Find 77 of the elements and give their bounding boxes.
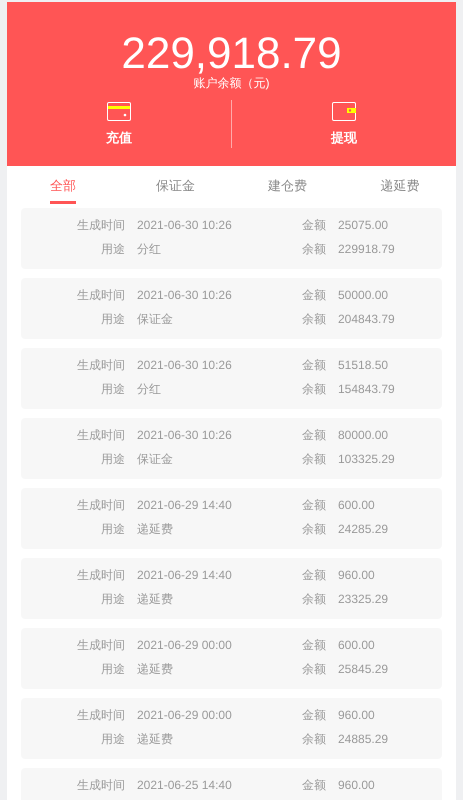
field-label: 生成时间 — [76, 217, 125, 234]
field-value: 分红 — [137, 381, 162, 398]
field-label: 生成时间 — [76, 357, 125, 374]
deposit-link[interactable]: 充值 — [106, 128, 132, 146]
field-value: 递延费 — [137, 521, 174, 538]
field-value: 154843.79 — [338, 381, 396, 398]
field-label: 生成时间 — [76, 287, 125, 304]
field-value: 2021-06-30 10:26 — [137, 427, 233, 444]
field-value: 229918.79 — [338, 241, 396, 258]
tab[interactable]: 保证金 — [145, 166, 206, 204]
field-value: 保证金 — [137, 311, 174, 328]
field-label: 金额 — [302, 707, 326, 724]
field-value: 2021-06-25 14:40 — [137, 777, 233, 794]
field-label: 余额 — [302, 731, 326, 748]
field-label: 余额 — [302, 451, 326, 468]
field-value: 2021-06-30 10:26 — [137, 357, 233, 374]
field-label: 用途 — [100, 451, 125, 468]
field-value: 保证金 — [137, 451, 174, 468]
field-label: 余额 — [302, 381, 326, 398]
field-value: 2021-06-30 10:26 — [137, 287, 233, 304]
field-value: 24885.29 — [338, 731, 390, 748]
field-label: 金额 — [302, 287, 326, 304]
field-label: 用途 — [100, 521, 125, 538]
field-label: 金额 — [302, 777, 326, 794]
field-label: 生成时间 — [76, 427, 125, 444]
balance-amount: 229,918.79 — [121, 30, 342, 78]
field-label: 余额 — [302, 661, 326, 678]
field-value: 25845.29 — [338, 661, 390, 678]
field-label: 余额 — [302, 241, 326, 258]
field-value: 103325.29 — [338, 451, 396, 468]
field-label: 生成时间 — [76, 637, 125, 654]
field-label: 用途 — [100, 661, 125, 678]
field-value: 2021-06-29 00:00 — [137, 637, 233, 654]
field-value: 960.00 — [338, 567, 376, 584]
field-label: 用途 — [100, 381, 125, 398]
field-value: 分红 — [137, 241, 162, 258]
field-value: 600.00 — [338, 637, 376, 654]
field-value: 600.00 — [338, 497, 376, 514]
field-label: 金额 — [302, 217, 326, 234]
field-label: 金额 — [302, 427, 326, 444]
wallet-icon[interactable] — [332, 102, 356, 120]
tab[interactable]: 递延费 — [370, 166, 430, 204]
field-value: 960.00 — [338, 707, 376, 724]
field-value: 24285.29 — [338, 521, 390, 538]
field-value: 递延费 — [137, 731, 174, 748]
field-label: 用途 — [100, 311, 125, 328]
field-value: 960.00 — [338, 777, 376, 794]
field-value: 25075.00 — [338, 217, 390, 234]
field-label: 金额 — [302, 637, 326, 654]
field-value: 递延费 — [137, 591, 174, 608]
field-label: 生成时间 — [76, 777, 125, 794]
field-value: 204843.79 — [338, 311, 396, 328]
withdraw-link[interactable]: 提现 — [331, 128, 357, 146]
field-label: 用途 — [100, 591, 125, 608]
field-label: 生成时间 — [76, 707, 125, 724]
field-label: 余额 — [302, 521, 326, 538]
field-value: 80000.00 — [338, 427, 390, 444]
field-value: 2021-06-29 14:40 — [137, 497, 233, 514]
field-label: 用途 — [100, 241, 125, 258]
field-label: 金额 — [302, 357, 326, 374]
field-label: 生成时间 — [76, 497, 125, 514]
field-value: 23325.29 — [338, 591, 390, 608]
field-label: 金额 — [302, 567, 326, 584]
field-value: 2021-06-30 10:26 — [137, 217, 233, 234]
field-value: 50000.00 — [338, 287, 390, 304]
field-value: 51518.50 — [338, 357, 390, 374]
tab[interactable]: 建仓费 — [258, 166, 318, 204]
field-label: 余额 — [302, 311, 326, 328]
field-label: 生成时间 — [76, 567, 125, 584]
card-icon[interactable] — [107, 102, 131, 120]
field-value: 2021-06-29 14:40 — [137, 567, 233, 584]
field-label: 用途 — [100, 731, 125, 748]
field-label: 金额 — [302, 497, 326, 514]
field-label: 余额 — [302, 591, 326, 608]
field-value: 递延费 — [137, 661, 174, 678]
balance-label: 账户余额（元) — [194, 76, 270, 90]
field-value: 2021-06-29 00:00 — [137, 707, 233, 724]
